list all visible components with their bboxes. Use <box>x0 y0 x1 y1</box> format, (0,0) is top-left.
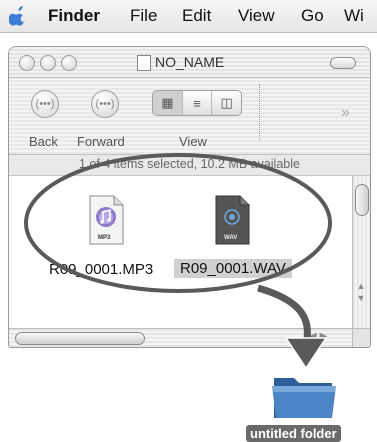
menu-view[interactable]: View <box>238 6 275 26</box>
menu-file[interactable]: File <box>130 6 157 26</box>
scroll-arrows-icon[interactable]: ▲ ▼ <box>355 280 367 304</box>
list-view-icon[interactable]: ≡ <box>183 91 213 115</box>
wav-badge: WAV <box>224 235 238 241</box>
volume-icon <box>137 55 151 71</box>
status-text: 1 of 4 items selected, 10.2 MB available <box>79 157 300 171</box>
horizontal-scrollbar[interactable]: ◀ ▶ <box>9 328 352 347</box>
zoom-button[interactable] <box>61 55 77 71</box>
menu-go[interactable]: Go <box>301 6 324 26</box>
folder-icon[interactable] <box>270 368 340 420</box>
apple-logo-icon[interactable] <box>9 6 27 26</box>
horizontal-scroll-arrows-icon[interactable]: ◀ ▶ <box>309 331 327 342</box>
view-selector: ▦ ≡ ◫ <box>152 90 242 116</box>
wav-file-name[interactable]: R09_0001.WAV <box>174 259 292 278</box>
title-bar[interactable]: NO_NAME <box>9 47 370 78</box>
menu-bar:  Finder File Edit View Go Wi <box>0 0 377 33</box>
vertical-scrollbar[interactable]: ▲ ▼ <box>352 176 370 328</box>
menu-finder[interactable]: Finder <box>48 6 100 26</box>
vertical-scroll-thumb[interactable] <box>355 184 369 216</box>
forward-label: Forward <box>77 134 125 149</box>
back-arrow-icon: (•••) <box>35 98 55 110</box>
close-button[interactable] <box>19 55 35 71</box>
column-view-icon[interactable]: ◫ <box>212 91 241 115</box>
finder-window: NO_NAME (•••) (•••) ▦ ≡ ◫ Back Forward V… <box>8 46 371 348</box>
forward-button[interactable]: (•••) <box>91 90 119 118</box>
back-button[interactable]: (•••) <box>31 90 59 118</box>
file-area[interactable] <box>9 176 352 328</box>
forward-arrow-icon: (•••) <box>95 98 115 110</box>
view-label: View <box>179 134 207 149</box>
folder-name[interactable]: untitled folder <box>246 425 341 442</box>
mp3-file-name[interactable]: R09_0001.MP3 <box>46 260 156 279</box>
minimize-button[interactable] <box>40 55 56 71</box>
toolbar-overflow-icon[interactable]: » <box>341 104 350 122</box>
back-label: Back <box>29 134 58 149</box>
status-bar: 1 of 4 items selected, 10.2 MB available <box>9 155 370 176</box>
resize-grip-icon[interactable] <box>352 328 370 347</box>
menu-window[interactable]: Wi <box>344 6 364 26</box>
mp3-badge: MP3 <box>98 235 111 241</box>
toolbar-divider <box>259 84 260 140</box>
icon-view-icon[interactable]: ▦ <box>153 91 183 115</box>
horizontal-scroll-thumb[interactable] <box>15 332 145 345</box>
window-title: NO_NAME <box>155 54 225 70</box>
menu-edit[interactable]: Edit <box>182 6 211 26</box>
toolbar-toggle-button[interactable] <box>330 57 356 69</box>
toolbar: (•••) (•••) ▦ ≡ ◫ Back Forward View » <box>9 78 370 155</box>
